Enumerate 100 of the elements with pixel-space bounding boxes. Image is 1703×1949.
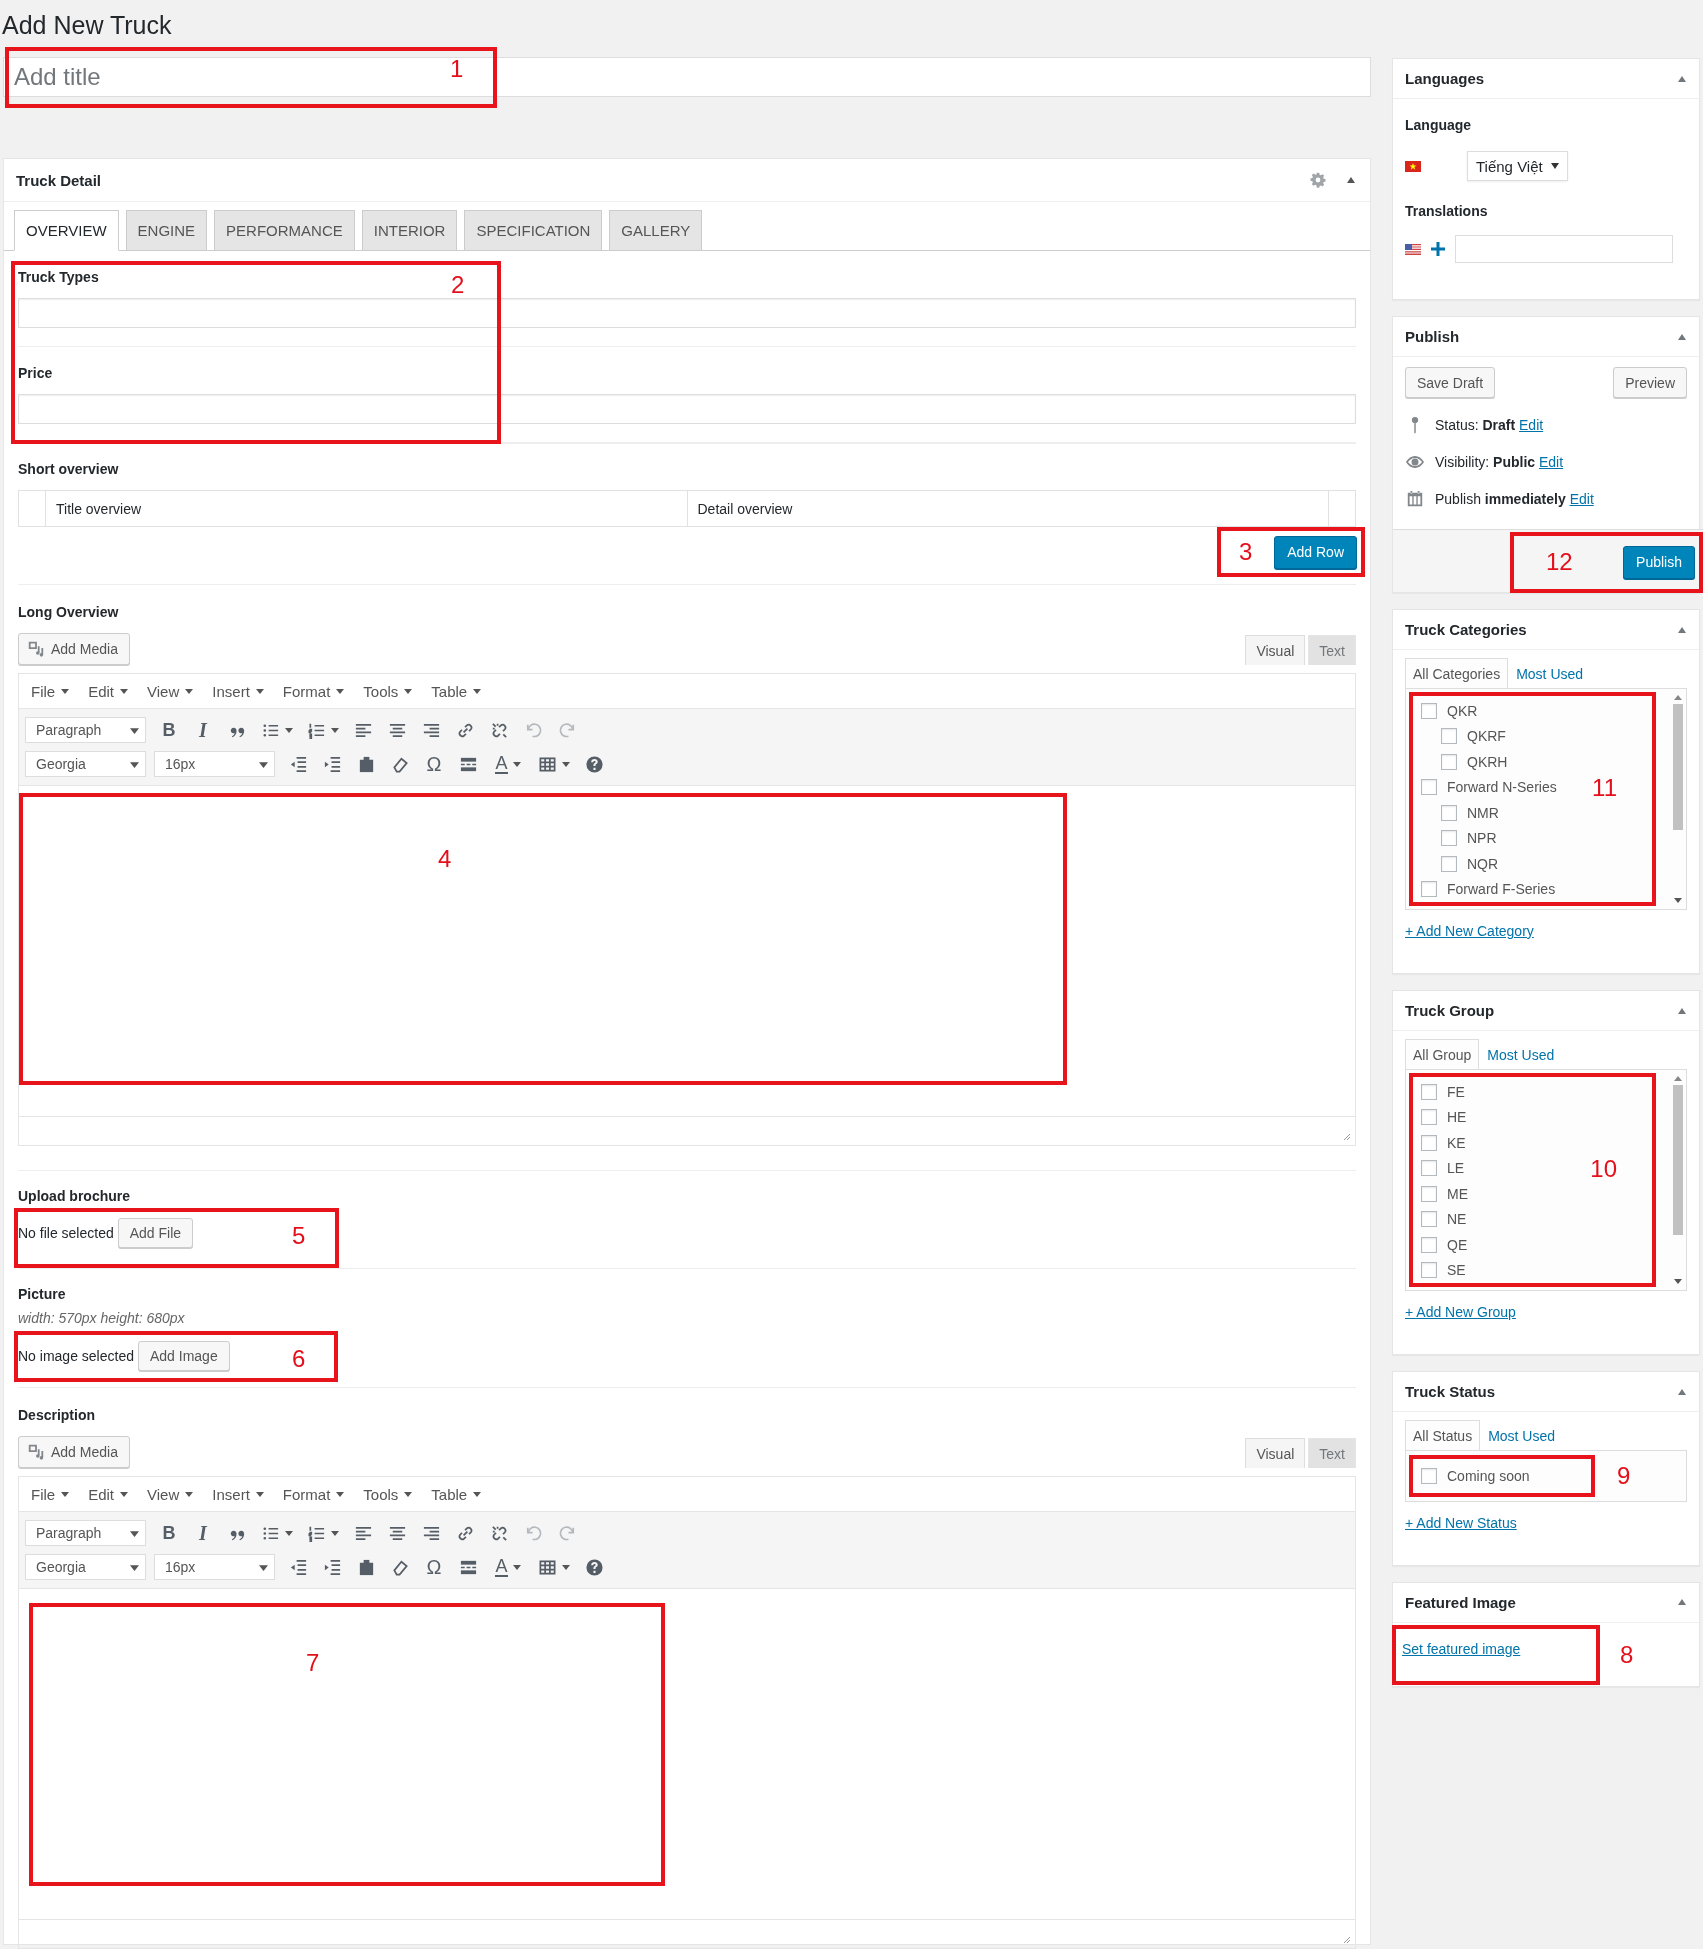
checkbox[interactable] [1421,1236,1437,1253]
format-select[interactable]: Paragraph [25,1520,146,1546]
menu-item[interactable]: Tools [355,1481,421,1507]
tab[interactable]: SPECIFICATION [464,210,603,251]
add-media-button[interactable]: Add Media [18,1436,130,1468]
edit-link[interactable]: Edit [1519,416,1544,433]
menu-item[interactable]: Insert [204,678,272,704]
panel-title: Featured Image [1405,1593,1516,1611]
tab[interactable]: GALLERY [609,210,703,251]
italic-button[interactable]: I [188,1519,218,1547]
symbol-button[interactable]: Ω [419,1553,449,1581]
language-select[interactable]: Tiếng Việt [1467,151,1568,181]
editor-mode-tab[interactable]: Text [1308,1438,1356,1468]
tab[interactable]: Most Used [1480,1420,1564,1450]
menu-item[interactable]: File [23,1481,78,1507]
field-label: Description [18,1406,95,1424]
input-field[interactable] [18,394,1356,424]
symbol-button[interactable]: Ω [419,750,449,778]
scroll-up-icon[interactable] [1674,694,1682,700]
add-new-link[interactable]: + Add New Group [1405,1304,1516,1320]
field-label: Price [18,364,53,382]
group-item: LE [1447,1160,1465,1177]
format-select[interactable]: 16px [154,751,275,777]
publish-button[interactable]: Publish [1623,545,1695,579]
checkbox[interactable] [1421,702,1437,719]
checkbox[interactable] [1421,1467,1437,1484]
checkbox[interactable] [1441,753,1457,770]
tab[interactable]: All Status [1405,1420,1481,1450]
field-label: Translations [1405,202,1489,221]
checkbox[interactable] [1421,881,1437,898]
checkbox[interactable] [1421,1134,1437,1151]
checkbox[interactable] [1421,1185,1437,1202]
edit-link[interactable]: Edit [1539,453,1564,470]
help-icon [584,1557,604,1577]
caret-icon [336,1490,345,1498]
checkbox[interactable] [1421,1211,1437,1228]
checkbox[interactable] [1421,1160,1437,1177]
resize-handle-icon[interactable] [1341,1131,1351,1141]
format-select[interactable]: 16px [154,1554,275,1580]
preview-button[interactable]: Preview [1613,367,1687,398]
menu-item[interactable]: Format [274,1481,353,1507]
input-field[interactable] [18,298,1356,328]
menu-item[interactable]: Tools [355,678,421,704]
translation-field[interactable] [1455,235,1673,263]
tab[interactable]: ENGINE [125,210,208,251]
upload-button[interactable]: Add Image [137,1341,230,1371]
checkbox[interactable] [1441,804,1457,821]
collapse-toggle-icon[interactable] [1346,175,1356,185]
checkbox[interactable] [1441,855,1457,872]
menu-item[interactable]: Edit [80,1481,137,1507]
menu-item[interactable]: Insert [204,1481,272,1507]
add-new-link[interactable]: + Add New Status [1405,1514,1517,1531]
menu-item[interactable]: Edit [80,678,137,704]
tab[interactable]: OVERVIEW [14,210,119,251]
collapse-toggle-icon[interactable] [1677,1597,1687,1607]
checkbox[interactable] [1421,1262,1437,1279]
checkbox[interactable] [1441,830,1457,847]
menu-item[interactable]: File [23,678,78,704]
edit-link[interactable]: Edit [1569,490,1594,507]
text-color-button[interactable]: A [487,750,529,778]
format-select[interactable]: Paragraph [25,717,146,743]
menu-item[interactable]: Format [274,678,353,704]
italic-button[interactable]: I [188,716,218,744]
set-featured-image-link[interactable]: Set featured image [1402,1640,1521,1657]
scroll-down-icon[interactable] [1674,898,1682,904]
editor-mode-tab[interactable]: Text [1308,635,1356,665]
tab[interactable]: Most Used [1479,1039,1563,1069]
add-icon[interactable] [1431,242,1445,256]
add-new-link[interactable]: + Add New Category [1405,923,1534,939]
bold-button[interactable]: B [154,1519,184,1547]
menu-item[interactable]: View [139,1481,202,1507]
save-draft-button[interactable]: Save Draft [1405,367,1496,398]
checkbox[interactable] [1421,779,1437,796]
bold-button[interactable]: B [154,716,184,744]
menu-item[interactable]: Table [423,1481,490,1507]
editor-mode-tab[interactable]: Visual [1245,1438,1306,1468]
menu-item[interactable]: Table [423,678,490,704]
tab[interactable]: INTERIOR [361,210,458,251]
menu-item[interactable]: View [139,678,202,704]
scroll-up-icon[interactable] [1674,1075,1682,1081]
format-select[interactable]: Georgia [25,751,146,777]
upload-button[interactable]: Add File [117,1218,194,1248]
scroll-down-icon[interactable] [1674,1279,1682,1285]
settings-icon[interactable] [1310,172,1326,188]
checkbox[interactable] [1441,728,1457,745]
format-select[interactable]: Georgia [25,1554,146,1580]
tab[interactable]: All Categories [1405,658,1509,688]
text-color-button[interactable]: A [487,1553,529,1581]
add-row-button[interactable]: Add Row [1274,535,1357,569]
checkbox[interactable] [1421,1083,1437,1100]
resize-handle-icon[interactable] [1341,1934,1351,1944]
checkbox[interactable] [1421,1109,1437,1126]
editor-mode-tab[interactable]: Visual [1245,635,1306,665]
panel-title: Languages [1405,70,1485,87]
tab[interactable]: All Group [1405,1039,1480,1069]
tab[interactable]: PERFORMANCE [214,210,355,251]
add-media-button[interactable]: Add Media [18,633,130,665]
tab[interactable]: Most Used [1508,658,1592,688]
caret-icon [331,1529,339,1537]
upload-status: No file selected [18,1224,114,1243]
